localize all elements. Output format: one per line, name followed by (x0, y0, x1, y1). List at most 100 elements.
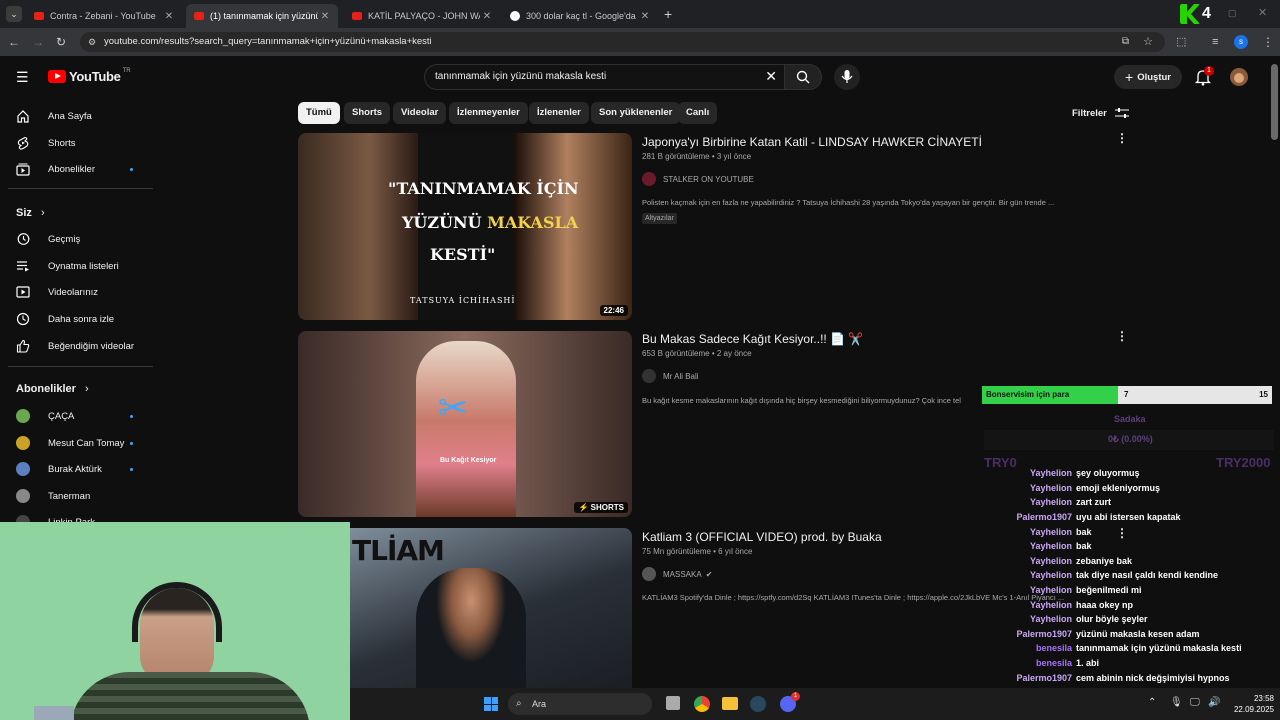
sidebar-channel-burak[interactable]: Burak Aktürk (16, 456, 151, 482)
reload-icon[interactable]: ↻ (56, 35, 66, 49)
window-close-button[interactable]: ✕ (1258, 6, 1267, 19)
sidebar-item-liked[interactable]: Beğendiğim videolar (16, 333, 151, 359)
steam-icon[interactable] (750, 696, 766, 712)
bookmark-star-icon[interactable]: ☆ (1143, 32, 1153, 52)
tray-chevron-icon[interactable]: ⌃ (1148, 697, 1156, 708)
more-options-icon[interactable]: ⋮ (1116, 329, 1128, 343)
sidebar-channel-caca[interactable]: ÇAÇA (16, 403, 151, 429)
video-title[interactable]: Japonya'yı Birbirine Katan Katil - LINDS… (642, 135, 982, 149)
chip-shorts[interactable]: Shorts (344, 102, 391, 124)
avatar (16, 409, 30, 423)
task-view-icon[interactable] (666, 696, 680, 710)
minimize-button[interactable]: ▢ (1228, 8, 1237, 19)
create-button[interactable]: + Oluştur (1114, 65, 1182, 89)
sidebar-item-label: Videolarınız (48, 286, 98, 298)
file-explorer-icon[interactable] (722, 697, 738, 710)
mic-tray-icon[interactable]: 🎙 (1170, 697, 1183, 708)
chip-all[interactable]: Tümü (298, 102, 340, 124)
more-options-icon[interactable]: ⋮ (1116, 131, 1128, 145)
chat-username: Yayhelion (1029, 570, 1072, 581)
sidebar-item-shorts[interactable]: Shorts (16, 130, 151, 156)
chip-unwatched[interactable]: İzlenmeyenler (449, 102, 528, 124)
sidebar-item-home[interactable]: Ana Sayfa (16, 103, 151, 129)
close-icon[interactable]: ✕ (638, 11, 652, 22)
sidebar-item-playlists[interactable]: Oynatma listeleri (16, 253, 151, 279)
video-thumbnail[interactable]: ✂ Bu Kağıt Kesiyor ⚡ SHORTS (298, 331, 632, 517)
page-scrollbar[interactable] (1271, 64, 1278, 140)
avatar (16, 436, 30, 450)
voice-search-button[interactable] (834, 64, 860, 90)
video-title[interactable]: Katliam 3 (OFFICIAL VIDEO) prod. by Buak… (642, 530, 882, 544)
sidebar-item-watch-later[interactable]: Daha sonra izle (16, 306, 151, 332)
new-tab-button[interactable]: + (664, 6, 672, 22)
chat-username: Palermo1907 (1016, 672, 1072, 683)
subscriptions-section-header[interactable]: Abonelikler › (16, 383, 89, 395)
chat-text: cem abinin nick değşimiyisi hypnos (1076, 672, 1230, 683)
chip-watched[interactable]: İzlenenler (529, 102, 589, 124)
you-section-header[interactable]: Siz › (16, 207, 45, 219)
tab-0[interactable]: Contra - Zebani - YouTube ✕ (26, 4, 182, 28)
sadaka-label: Sadaka (1114, 414, 1146, 424)
filters-button[interactable]: Filtreler (1072, 107, 1129, 119)
back-arrow-icon[interactable]: ← (8, 35, 20, 49)
sidebar-item-your-videos[interactable]: Videolarınız (16, 279, 151, 305)
avatar (642, 172, 656, 186)
headphones-icon (132, 582, 222, 642)
network-icon[interactable]: 🖵 (1190, 697, 1200, 708)
notifications-button[interactable]: 1 (1194, 66, 1214, 86)
chat-message: Yayhelion tak diye nasıl çaldı kendi kend… (984, 568, 1274, 583)
chevron-right-icon: › (84, 383, 89, 395)
tab-1[interactable]: (1) tanınmamak için yüzünü ma ✕ (186, 4, 338, 28)
forward-arrow-icon[interactable]: → (32, 35, 44, 49)
taskbar-search[interactable]: ⌕ Ara (508, 693, 652, 715)
chip-recent[interactable]: Son yüklenenler (591, 102, 681, 124)
sidebar-item-history[interactable]: Geçmiş (16, 226, 151, 252)
extensions-icon[interactable]: ⬚ (1176, 35, 1186, 49)
sidebar-item-label: Shorts (48, 137, 76, 149)
sidebar-channel-mesut[interactable]: Mesut Can Tomay (16, 430, 151, 456)
chat-text: bak (1076, 541, 1092, 552)
clock[interactable]: 23:58 22.09.2025 (1234, 693, 1274, 715)
chip-videos[interactable]: Videolar (393, 102, 447, 124)
video-channel[interactable]: STALKER ON YOUTUBE (642, 172, 754, 186)
video-channel[interactable]: MASSAKA ✔ (642, 567, 712, 581)
url-bar[interactable]: ⚙ youtube.com/results?search_query=tanın… (80, 32, 1165, 52)
chat-message: benesila 1. abi (984, 656, 1274, 671)
url-text: youtube.com/results?search_query=tanınma… (104, 36, 432, 47)
tab-search-button[interactable]: ⌄ (6, 6, 22, 22)
search-input[interactable]: tanınmamak için yüzünü makasla kesti (435, 71, 606, 82)
install-icon[interactable]: ⧉ (1122, 32, 1129, 52)
chat-username: Palermo1907 (1016, 512, 1072, 523)
tab-2[interactable]: KATİL PALYAÇO - JOHN WAYNE ✕ (344, 4, 500, 28)
start-button[interactable] (484, 697, 498, 711)
clear-search-icon[interactable]: ✕ (765, 68, 777, 85)
sidebar-item-subscriptions[interactable]: Abonelikler (16, 156, 151, 182)
volume-icon[interactable]: 🔊 (1208, 697, 1220, 708)
account-avatar[interactable] (1230, 68, 1248, 86)
chat-message: Palermo1907 cem abinin nick değşimiyisi h… (984, 670, 1274, 685)
desk-item (34, 706, 74, 720)
donation-goal-bar: Bonservisim için para 7 15 (982, 386, 1272, 404)
sidebar-channel-tanerman[interactable]: Tanerman (16, 483, 151, 509)
avatar (16, 489, 30, 503)
chat-message: Yayhelion olur böyle şeyler (984, 612, 1274, 627)
search-box[interactable]: tanınmamak için yüzünü makasla kesti ✕ (424, 64, 786, 90)
close-icon[interactable]: ✕ (318, 11, 332, 22)
chip-live[interactable]: Canlı (678, 102, 718, 124)
chat-message: Palermo1907 yüzünü makasla kesen adam (984, 627, 1274, 642)
chat-text: olur böyle şeyler (1076, 614, 1148, 625)
search-button[interactable] (784, 64, 822, 90)
video-title[interactable]: Bu Makas Sadece Kağıt Kesiyor..!! 📄 ✂️ (642, 332, 863, 346)
video-channel[interactable]: Mr Ali Bali (642, 369, 699, 383)
video-thumbnail[interactable]: "TANINMAMAK İÇİN YÜZÜNÜ MAKASLA KESTİ" T… (298, 133, 632, 320)
chat-message: Palermo1907 uyu abi istersen kapatak (984, 510, 1274, 525)
close-icon[interactable]: ✕ (162, 11, 176, 22)
close-icon[interactable]: ✕ (480, 11, 494, 22)
browser-menu-icon[interactable]: ⋮ (1262, 35, 1274, 49)
chat-text: zebaniye bak (1076, 555, 1133, 566)
profile-avatar[interactable]: s (1234, 35, 1248, 49)
site-info-icon[interactable]: ⚙ (88, 32, 96, 52)
chrome-icon[interactable] (694, 696, 710, 712)
media-control-icon[interactable]: ≡ (1212, 35, 1218, 49)
tab-3[interactable]: 300 dolar kaç tl - Google'da Ar ✕ (502, 4, 658, 28)
